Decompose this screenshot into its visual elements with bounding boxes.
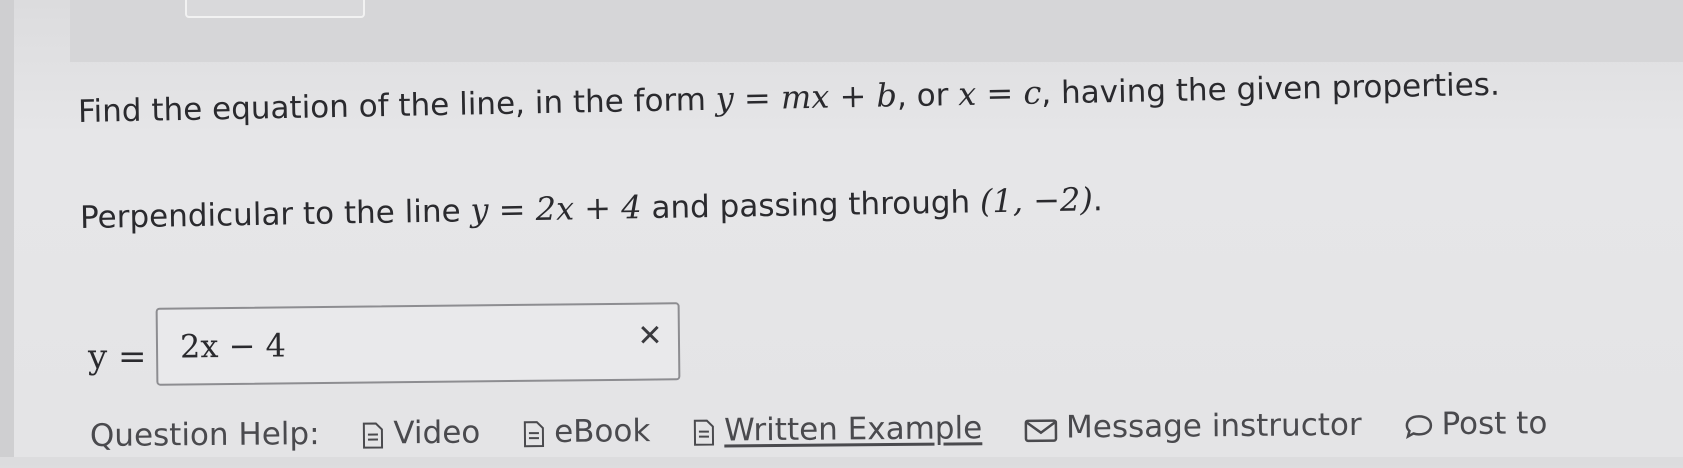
header-tab[interactable]: [185, 0, 365, 18]
form-slope-intercept: y = mx + b: [715, 76, 897, 117]
header-band: [70, 0, 1683, 62]
speech-bubble-icon: [1403, 412, 1433, 440]
help-video-label: Video: [393, 415, 480, 452]
condition-prefix: Perpendicular to the line: [80, 193, 471, 236]
condition-suffix: .: [1093, 182, 1103, 218]
answer-value[interactable]: 2x − 4: [180, 326, 286, 365]
page-left-edge: [0, 0, 14, 457]
question-help-bar: Question Help: Video eBook Written Examp…: [90, 405, 1580, 468]
form-vertical: x = c: [958, 74, 1042, 114]
help-message-instructor-link[interactable]: Message instructor: [1024, 407, 1362, 446]
help-written-example-link[interactable]: Written Example: [692, 410, 982, 449]
question-prompt: Find the equation of the line, in the fo…: [78, 65, 1500, 130]
question-condition: Perpendicular to the line y = 2x + 4 and…: [80, 180, 1103, 236]
help-ebook-label: eBook: [554, 413, 651, 450]
question-help-label: Question Help:: [90, 416, 320, 454]
given-point: (1, −2): [980, 180, 1093, 220]
document-icon: [522, 420, 546, 448]
answer-input[interactable]: 2x − 4 ✕: [156, 302, 681, 385]
condition-middle: and passing through: [641, 184, 980, 226]
help-video-link[interactable]: Video: [361, 415, 480, 452]
help-ebook-link[interactable]: eBook: [522, 413, 651, 450]
document-icon: [692, 418, 716, 446]
x-mark-icon: ✕: [636, 322, 664, 350]
answer-label: y =: [88, 337, 147, 377]
help-message-instructor-label: Message instructor: [1066, 407, 1362, 446]
help-post-link[interactable]: Post to: [1403, 405, 1547, 442]
help-post-label: Post to: [1441, 405, 1547, 442]
envelope-icon: [1024, 415, 1058, 443]
prompt-or: , or: [897, 77, 959, 114]
help-written-example-label: Written Example: [724, 410, 982, 448]
prompt-prefix: Find the equation of the line, in the fo…: [78, 82, 716, 130]
given-line: y = 2x + 4: [470, 188, 642, 229]
prompt-suffix: , having the given properties.: [1041, 67, 1500, 112]
document-icon: [361, 421, 385, 449]
